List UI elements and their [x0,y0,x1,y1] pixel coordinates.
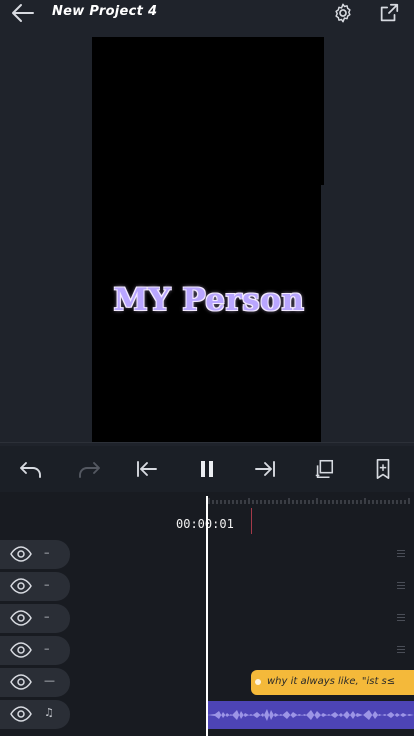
timecode-readout: 00:00:01 [176,517,234,531]
fullscreen-icon[interactable] [311,457,337,481]
video-preview-canvas[interactable] [92,37,321,442]
divider [0,442,414,443]
track-header[interactable]: — [0,668,70,697]
project-title: New Project 4 [52,4,158,19]
drag-handle-icon[interactable] [397,646,405,656]
drag-handle-icon[interactable] [397,614,405,624]
skip-to-end-icon[interactable] [252,457,278,481]
track-header[interactable]: – [0,604,70,633]
text-clip[interactable]: why it always like, "ist s≤ [251,670,414,695]
preview-edge [321,37,324,185]
drag-handle-icon[interactable] [397,582,405,592]
eye-icon[interactable] [10,578,32,598]
track-type-label: – [44,578,50,591]
track-type-label: – [44,610,50,623]
bookmark-add-icon[interactable] [370,457,396,481]
track-type-label: – [44,642,50,655]
marker-line [251,508,252,534]
pause-icon[interactable] [194,457,220,481]
time-ruler[interactable] [207,494,414,508]
redo-icon[interactable] [76,457,102,481]
track-type-label: – [44,546,50,559]
skip-to-start-icon[interactable] [134,457,160,481]
playhead[interactable] [206,496,208,736]
track-header[interactable]: ♫ [0,700,70,729]
share-export-icon[interactable] [376,1,402,25]
audio-clip[interactable] [207,701,414,729]
clip-handle[interactable] [255,679,261,685]
eye-icon[interactable] [10,546,32,566]
track-type-label: — [44,674,55,687]
music-note-icon: ♫ [44,706,54,719]
audio-waveform [207,709,414,721]
eye-icon[interactable] [10,706,32,726]
undo-icon[interactable] [18,457,44,481]
track-header[interactable]: – [0,636,70,665]
back-arrow-icon[interactable] [10,2,36,24]
top-bar: New Project 4 [0,0,414,28]
drag-handle-icon[interactable] [397,550,405,560]
gear-icon[interactable] [331,1,355,25]
track-header[interactable]: – [0,540,70,569]
preview-overlay-text[interactable]: MY Person [98,282,320,318]
text-clip-label: why it always like, "ist s≤ [267,676,396,687]
eye-icon[interactable] [10,674,32,694]
eye-icon[interactable] [10,642,32,662]
playback-toolbar [0,446,414,492]
eye-icon[interactable] [10,610,32,630]
track-header[interactable]: – [0,572,70,601]
